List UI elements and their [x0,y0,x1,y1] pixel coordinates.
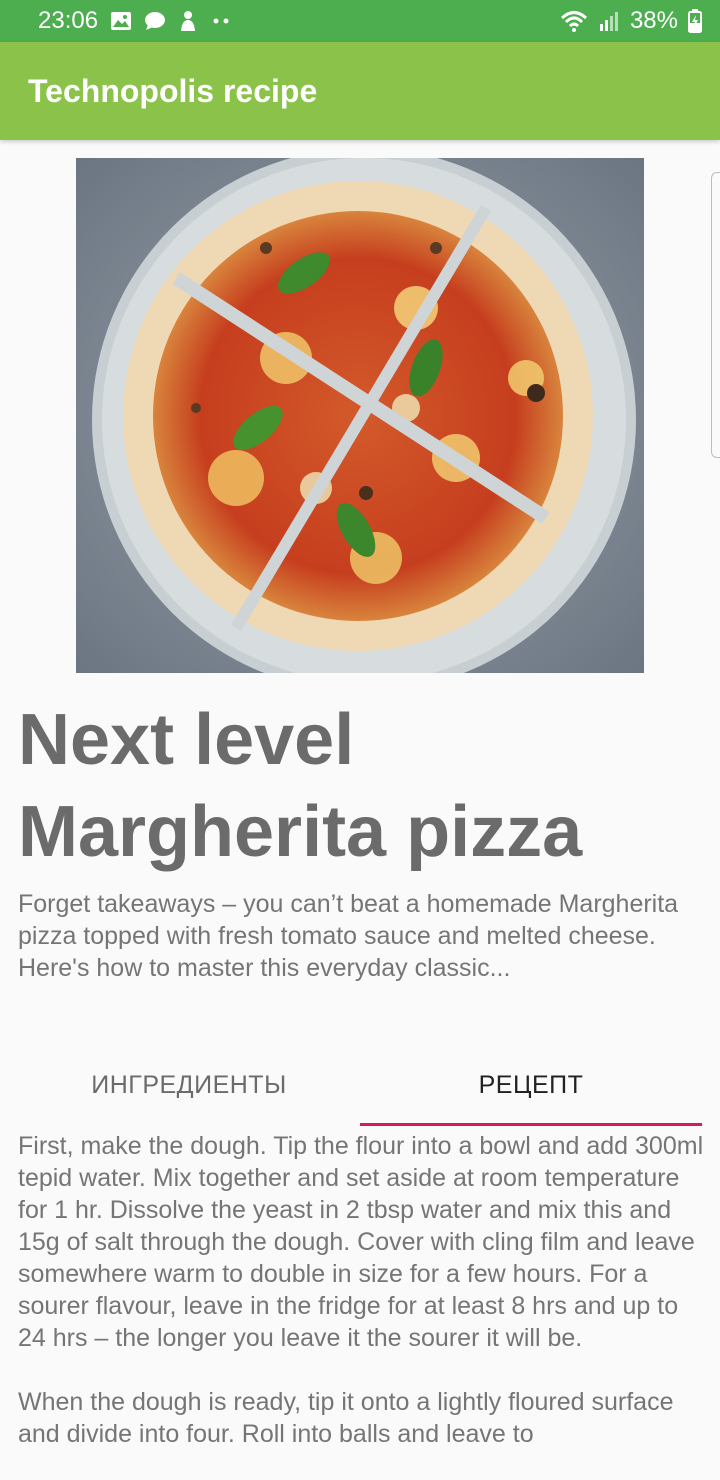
app-bar: Technopolis recipe [0,42,720,140]
scroll-hint-edge [711,172,720,458]
more-dots-icon [210,17,232,25]
recipe-step: When the dough is ready, tip it onto a l… [18,1388,674,1448]
recipe-tabs: ИНГРЕДИЕНТЫ РЕЦЕПТ [18,1044,702,1126]
tab-ingredients[interactable]: ИНГРЕДИЕНТЫ [18,1044,360,1126]
battery-charging-icon [688,9,702,33]
status-bar: 23:06 38% [0,0,720,42]
recipe-steps: First, make the dough. Tip the flour int… [18,1130,708,1480]
chat-bubble-icon [144,11,166,31]
cell-signal-icon [598,10,620,32]
app-notification-icon [178,10,198,32]
tab-recipe[interactable]: РЕЦЕПТ [360,1044,702,1126]
recipe-title: Next level Margherita pizza [18,700,583,872]
recipe-image [76,158,644,673]
battery-percent: 38% [629,7,678,34]
image-icon [110,11,132,31]
status-time: 23:06 [38,7,99,34]
wifi-icon [560,10,588,32]
recipe-step: First, make the dough. Tip the flour int… [18,1132,704,1352]
app-title: Technopolis recipe [28,72,318,109]
recipe-description: Forget takeaways – you can’t beat a home… [18,890,679,982]
recipe-content[interactable]: Next level Margherita pizza Forget takea… [0,140,720,1480]
